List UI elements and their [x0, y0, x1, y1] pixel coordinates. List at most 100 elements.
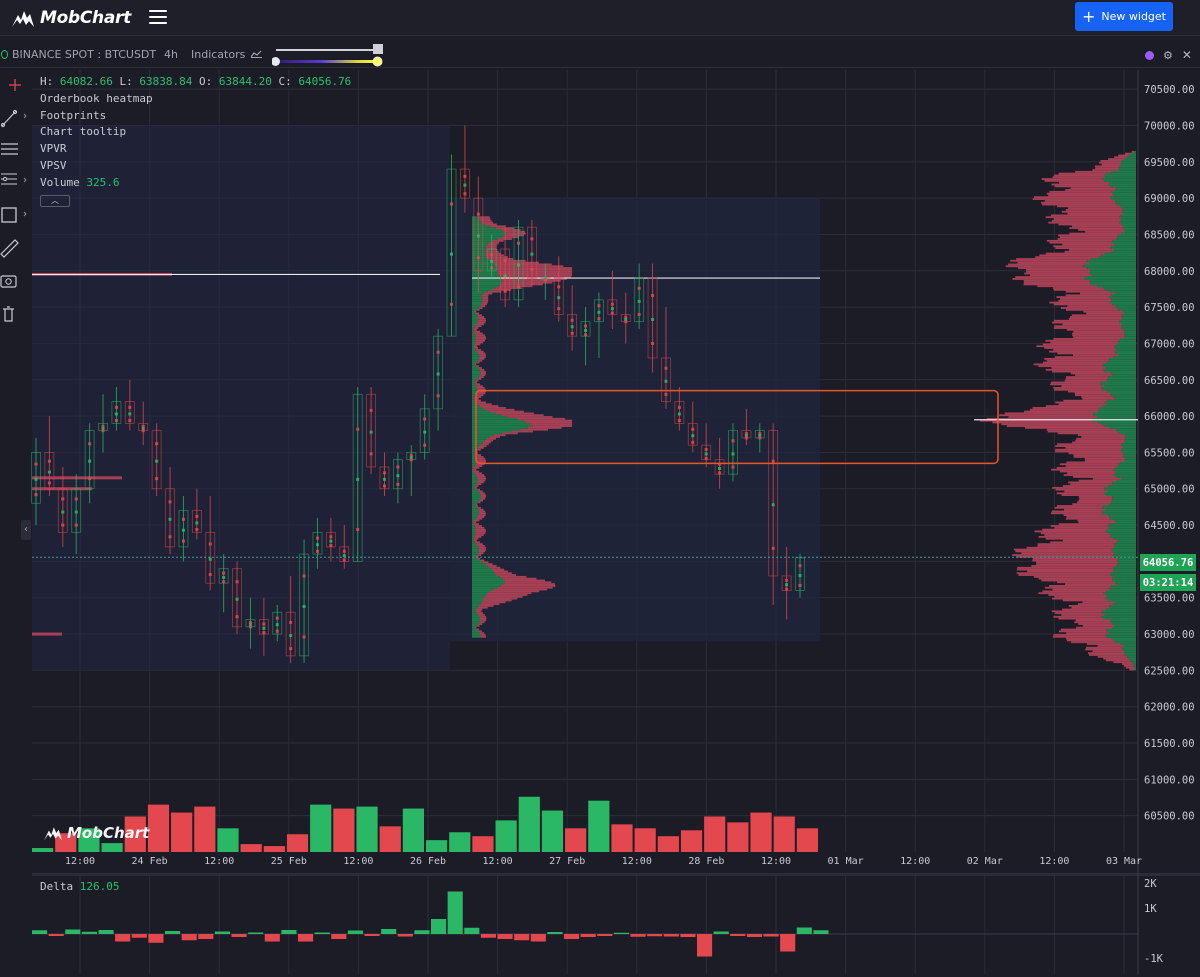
vpvr-buy-bar [1102, 365, 1136, 368]
session-profile-buy-bar [472, 459, 476, 462]
vpvr-sell-bar [1063, 474, 1114, 477]
vpvr-buy-bar [1117, 430, 1136, 433]
vpvr-buy-bar [1103, 592, 1136, 595]
footprint-cell [423, 430, 427, 434]
footprint-cell [262, 626, 266, 630]
session-profile-sell-bar [503, 583, 555, 586]
vpvr-buy-bar [1115, 641, 1136, 644]
vpvr-buy-bar [1103, 179, 1136, 182]
vpvr-sell-bar [1063, 399, 1108, 402]
footprint-cell [248, 625, 252, 629]
volume-bar [171, 812, 193, 852]
footprint-cell [128, 418, 132, 422]
vpvr-sell-bar [1100, 159, 1122, 162]
vpvr-sell-bar [1065, 376, 1109, 378]
delta-bar [780, 934, 796, 952]
camera-icon[interactable] [0, 266, 30, 296]
vpvr-sell-bar [1073, 454, 1124, 457]
delta-bar [613, 932, 629, 934]
footprint-cell [382, 477, 386, 481]
session-profile-buy-bar [472, 408, 486, 411]
trash-icon[interactable] [0, 298, 30, 328]
session-profile-buy-bar [472, 279, 503, 282]
vpvr-sell-bar [1040, 532, 1109, 535]
vpvr-sell-bar [1039, 254, 1102, 257]
footprint-cell [208, 573, 212, 577]
rectangle-tool-icon[interactable] [0, 200, 30, 230]
legend-item-orderbook-heatmap[interactable]: Orderbook heatmap [40, 91, 351, 108]
legend-collapse-button[interactable]: ︿ [40, 194, 70, 207]
session-profile-buy-bar [472, 376, 479, 378]
vpvr-sell-bar [1072, 332, 1125, 335]
vpvr-buy-bar [1121, 448, 1136, 451]
vpvr-buy-bar [1110, 621, 1136, 624]
price-axis[interactable] [1138, 70, 1200, 853]
delta-bar [248, 932, 264, 934]
vpvr-buy-bar [1110, 392, 1136, 395]
session-profile-buy-bar [472, 514, 479, 516]
last-price-tag: 64056.76 [1140, 554, 1196, 571]
x-tick-label: 26 Feb [410, 856, 446, 867]
vpvr-sell-bar [1131, 150, 1135, 153]
session-profile-sell-bar [500, 283, 543, 286]
session-profile-buy-bar [472, 238, 498, 240]
vpvr-buy-bar [1120, 205, 1136, 208]
delta-pane[interactable] [32, 876, 1138, 974]
vpvr-buy-bar [1133, 664, 1136, 667]
vpvr-sell-bar [1103, 657, 1129, 660]
legend-item-chart-tooltip[interactable]: Chart tooltip [40, 124, 351, 141]
vpvr-buy-bar [1131, 152, 1136, 155]
footprint-cell [785, 583, 789, 587]
high-label: H: [40, 75, 54, 88]
open-label: O: [198, 75, 213, 88]
vpvr-buy-bar [1105, 634, 1136, 636]
x-tick-label: 28 Feb [688, 856, 724, 867]
vpvr-sell-bar [1050, 381, 1101, 384]
session-profile-buy-bar [472, 530, 476, 533]
session-profile-buy-bar [472, 515, 478, 518]
vpvr-buy-bar [1124, 441, 1136, 444]
horizontal-lines-tool-icon[interactable] [0, 134, 30, 164]
session-profile-buy-bar [472, 319, 478, 322]
vpvr-sell-bar [1055, 450, 1121, 453]
vpvr-buy-bar [1108, 532, 1136, 535]
low-value: 63838.84 [139, 75, 193, 88]
vpvr-sell-bar [1078, 496, 1113, 498]
session-profile-buy-bar [472, 330, 475, 333]
ruler-tool-icon[interactable] [0, 232, 30, 262]
session-profile-sell-bar [511, 430, 533, 433]
vpvr-sell-bar [1064, 250, 1112, 253]
session-profile-sell-bar [473, 521, 477, 524]
legend-item-vpvr[interactable]: VPVR [40, 141, 351, 158]
vpvr-sell-bar [1041, 178, 1102, 180]
legend-item-vpsv[interactable]: VPSV [40, 158, 351, 175]
y-tick-label: 60500.00 [1144, 811, 1195, 823]
legend-item-footprints[interactable]: Footprints [40, 108, 351, 125]
trendline-tool-icon[interactable] [0, 102, 30, 132]
footprint-cell [235, 615, 239, 619]
footprint-cell [356, 427, 360, 431]
vpvr-sell-bar [1077, 603, 1114, 605]
delta-bar [497, 934, 513, 939]
channel-tool-icon[interactable] [0, 166, 30, 196]
vpvr-buy-bar [1119, 321, 1136, 324]
session-profile-sell-bar [495, 412, 534, 415]
vpvr-sell-bar [1084, 459, 1125, 462]
session-profile-sell-bar [475, 456, 484, 458]
session-profile-sell-bar [477, 501, 481, 504]
crosshair-tool-icon[interactable] [0, 70, 30, 100]
vpvr-sell-bar [1060, 628, 1107, 631]
delta-bar [131, 934, 147, 938]
session-profile-sell-bar [489, 436, 500, 438]
vpvr-buy-bar [1107, 514, 1136, 516]
vpvr-sell-bar [1053, 615, 1102, 618]
footprint-cell [168, 535, 172, 539]
volume-bar [240, 844, 262, 852]
session-profile-sell-bar [482, 299, 489, 302]
legend-item-volume[interactable]: Volume 325.6 [40, 175, 351, 192]
vpvr-sell-bar [1053, 387, 1102, 389]
vpvr-sell-bar [1053, 327, 1122, 329]
pane-separator[interactable] [32, 873, 1200, 876]
collapse-sidebar-button[interactable]: ‹ [21, 520, 31, 540]
vpvr-sell-bar [1017, 261, 1090, 264]
